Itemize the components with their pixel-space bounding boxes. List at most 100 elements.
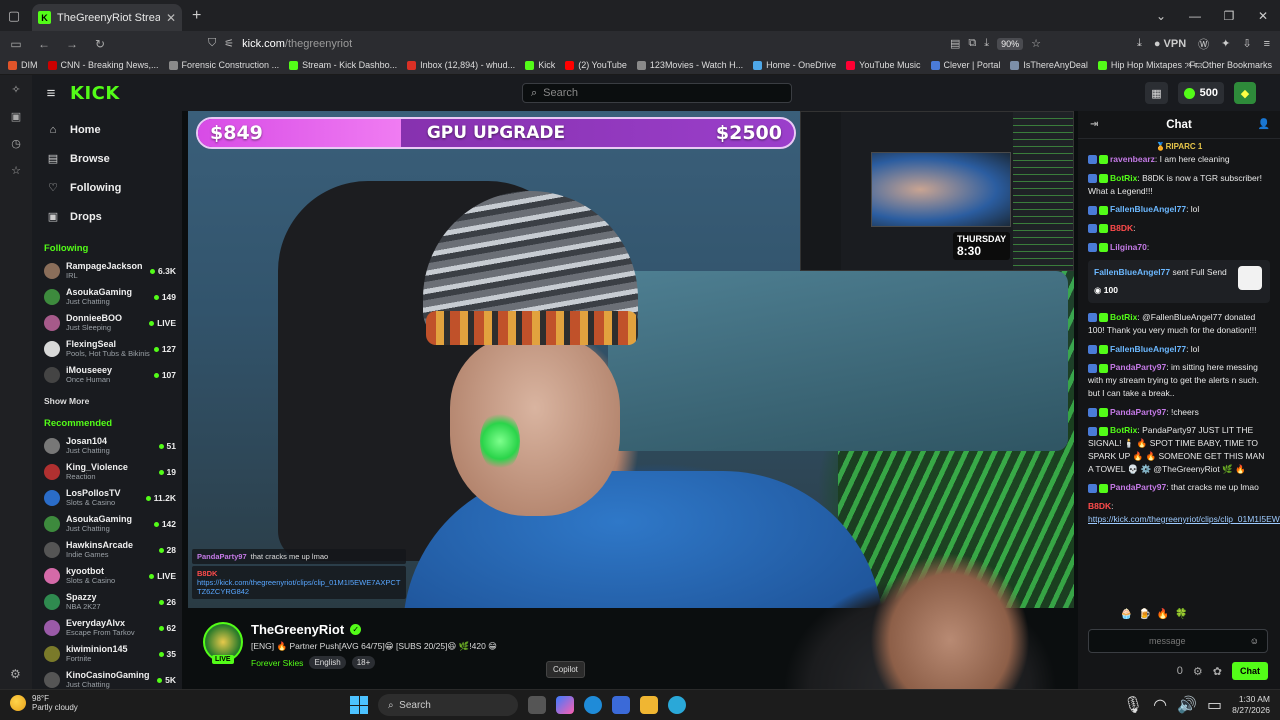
- profile-icon[interactable]: Ⓦ: [1198, 36, 1209, 52]
- channel-item[interactable]: HawkinsArcade Indie Games 28: [32, 537, 182, 563]
- pinned-message[interactable]: 🏅 RIPARC 1: [1078, 139, 1280, 153]
- reload-icon[interactable]: ↻: [88, 37, 112, 51]
- menu-icon[interactable]: ≡: [36, 85, 66, 102]
- bookmark-item[interactable]: IsThereAnyDeal: [1010, 60, 1088, 70]
- tab-close-icon[interactable]: ✕: [166, 11, 176, 25]
- battery-icon[interactable]: ▭: [1207, 695, 1222, 715]
- emote-icon[interactable]: 🧁: [1120, 609, 1132, 620]
- show-more-button[interactable]: Show More: [32, 396, 182, 406]
- nav-browse[interactable]: ▤ Browse: [32, 144, 182, 173]
- copilot-icon[interactable]: [556, 696, 574, 714]
- chat-username[interactable]: PandaParty97: [1110, 407, 1166, 417]
- back-icon[interactable]: ←: [32, 37, 56, 51]
- browser-menu-icon[interactable]: ≡: [1264, 38, 1270, 50]
- chat-settings-icon[interactable]: ⚙: [1193, 665, 1203, 678]
- collapse-chat-icon[interactable]: ⇥: [1090, 119, 1098, 130]
- channel-item[interactable]: LosPollosTV Slots & Casino 11.2K: [32, 485, 182, 511]
- microphone-icon[interactable]: 🎙: [1123, 695, 1143, 715]
- store-icon[interactable]: [612, 696, 630, 714]
- messenger-icon[interactable]: ▣: [11, 110, 21, 123]
- downloads-icon[interactable]: ⤓: [1137, 37, 1142, 50]
- send-chat-button[interactable]: Chat: [1232, 662, 1268, 680]
- extensions-icon[interactable]: ✦: [1221, 37, 1230, 50]
- start-icon[interactable]: [350, 696, 368, 714]
- downloads-list-icon[interactable]: ⇩: [1242, 37, 1251, 50]
- channel-item[interactable]: Josan104 Just Chatting 51: [32, 433, 182, 459]
- emote-icon[interactable]: 🍺: [1138, 609, 1150, 620]
- stream-category[interactable]: Forever Skies: [251, 658, 303, 668]
- browser-tab-active[interactable]: K TheGreenyRiot Stream - Watch ✕: [32, 4, 182, 31]
- site-settings-icon[interactable]: ⚟: [224, 37, 234, 50]
- chat-link[interactable]: https://kick.com/thegreenyriot/clips/cli…: [1088, 514, 1280, 524]
- bookmark-item[interactable]: Clever | Portal: [930, 60, 1000, 70]
- bookmark-item[interactable]: CNN - Breaking News,...: [47, 60, 159, 70]
- task-view-icon[interactable]: [528, 696, 546, 714]
- channel-item[interactable]: King_Violence Reaction 19: [32, 459, 182, 485]
- wifi-icon[interactable]: ◠: [1153, 695, 1167, 715]
- emote-icon[interactable]: 🍀: [1175, 609, 1187, 620]
- emote-icon[interactable]: 🔥: [1157, 609, 1169, 620]
- streamer-name[interactable]: TheGreenyRiot ✓: [251, 622, 362, 637]
- gift-box-icon[interactable]: ▦: [1145, 82, 1168, 104]
- user-avatar[interactable]: ◆: [1234, 82, 1256, 104]
- ai-icon[interactable]: ✧: [11, 83, 20, 96]
- bookmark-star-icon[interactable]: ☆: [1031, 37, 1041, 50]
- maximize-icon[interactable]: ❐: [1212, 9, 1246, 23]
- stream-tag[interactable]: 18+: [351, 656, 376, 669]
- stream-tag[interactable]: English: [309, 656, 346, 669]
- bookmark-item[interactable]: Home - OneDrive: [753, 60, 836, 70]
- tab-list-chevron-icon[interactable]: ⌄: [1144, 9, 1178, 23]
- bookmark-item[interactable]: Inbox (12,894) - whud...: [407, 60, 515, 70]
- chat-username[interactable]: B8DK: [1110, 223, 1133, 233]
- chat-username[interactable]: FallenBlueAngel77: [1110, 344, 1186, 354]
- sidebar-toggle-icon[interactable]: ▭: [4, 37, 28, 51]
- bookmark-item[interactable]: DIM: [8, 60, 38, 70]
- chat-users-icon[interactable]: 👤: [1258, 119, 1270, 130]
- weather-widget[interactable]: 98°F Partly cloudy: [10, 694, 78, 712]
- forward-icon[interactable]: →: [60, 37, 84, 51]
- chat-username[interactable]: Lilgina70: [1110, 242, 1147, 252]
- browser-app-icon[interactable]: [668, 696, 686, 714]
- bookmarks-icon[interactable]: ☆: [11, 164, 21, 177]
- video-player[interactable]: $849 GPU UPGRADE $2500 THURSDAY 8:30 Pand…: [188, 111, 1074, 608]
- edge-icon[interactable]: [584, 696, 602, 714]
- channel-item[interactable]: iMouseeey Once Human 107: [32, 362, 182, 388]
- channel-item[interactable]: kyootbot Slots & Casino LIVE: [32, 563, 182, 589]
- kicks-balance-button[interactable]: 500: [1177, 82, 1224, 104]
- taskbar-search[interactable]: ⌕ Search: [378, 694, 518, 716]
- chat-username[interactable]: ravenbearz: [1110, 154, 1155, 164]
- reader-icon[interactable]: ▤: [950, 37, 960, 50]
- tab-menu-icon[interactable]: ▢: [0, 0, 28, 31]
- channel-item[interactable]: RampageJackson IRL 6.3K: [32, 258, 182, 284]
- nav-home[interactable]: ⌂ Home: [32, 115, 182, 144]
- channel-item[interactable]: DonnieeBOO Just Sleeping LIVE: [32, 310, 182, 336]
- other-bookmarks[interactable]: » ▭ Other Bookmarks: [1186, 59, 1272, 70]
- bookmark-item[interactable]: (2) YouTube: [565, 60, 627, 70]
- channel-item[interactable]: KinoCasinoGaming Just Chatting 5K: [32, 667, 182, 689]
- bookmark-item[interactable]: Stream - Kick Dashbo...: [289, 60, 397, 70]
- chat-input[interactable]: message ☺: [1088, 629, 1268, 653]
- clock[interactable]: 1:30 AM 8/27/2026: [1232, 694, 1270, 716]
- nav-drops[interactable]: ▣ Drops: [32, 202, 182, 231]
- file-explorer-icon[interactable]: [640, 696, 658, 714]
- minimize-icon[interactable]: —: [1178, 9, 1212, 23]
- vpn-button[interactable]: ● VPN: [1154, 38, 1186, 50]
- download-page-icon[interactable]: ⤓: [984, 37, 989, 50]
- channel-item[interactable]: EverydayAlvx Escape From Tarkov 62: [32, 615, 182, 641]
- channel-item[interactable]: Spazzy NBA 2K27 26: [32, 589, 182, 615]
- chat-username[interactable]: BotRix: [1110, 173, 1137, 183]
- bookmark-item[interactable]: Forensic Construction ...: [168, 60, 279, 70]
- channel-item[interactable]: FlexingSeal Pools, Hot Tubs & Bikinis 127: [32, 336, 182, 362]
- channel-item[interactable]: AsoukaGaming Just Chatting 149: [32, 284, 182, 310]
- chat-rules-icon[interactable]: ✿: [1213, 665, 1222, 678]
- close-window-icon[interactable]: ✕: [1246, 9, 1280, 23]
- bookmark-item[interactable]: YouTube Music: [846, 60, 921, 70]
- security-shield-icon[interactable]: ⛉: [208, 37, 216, 50]
- chat-username[interactable]: BotRix: [1110, 312, 1137, 322]
- search-input[interactable]: ⌕ Search: [522, 83, 792, 103]
- history-icon[interactable]: ◷: [11, 137, 21, 150]
- screenshot-icon[interactable]: ⧉: [968, 37, 976, 50]
- channel-item[interactable]: kiwiminion145 Fortnite 35: [32, 641, 182, 667]
- gift-user[interactable]: FallenBlueAngel77: [1094, 267, 1170, 277]
- nav-following[interactable]: ♡ Following: [32, 173, 182, 202]
